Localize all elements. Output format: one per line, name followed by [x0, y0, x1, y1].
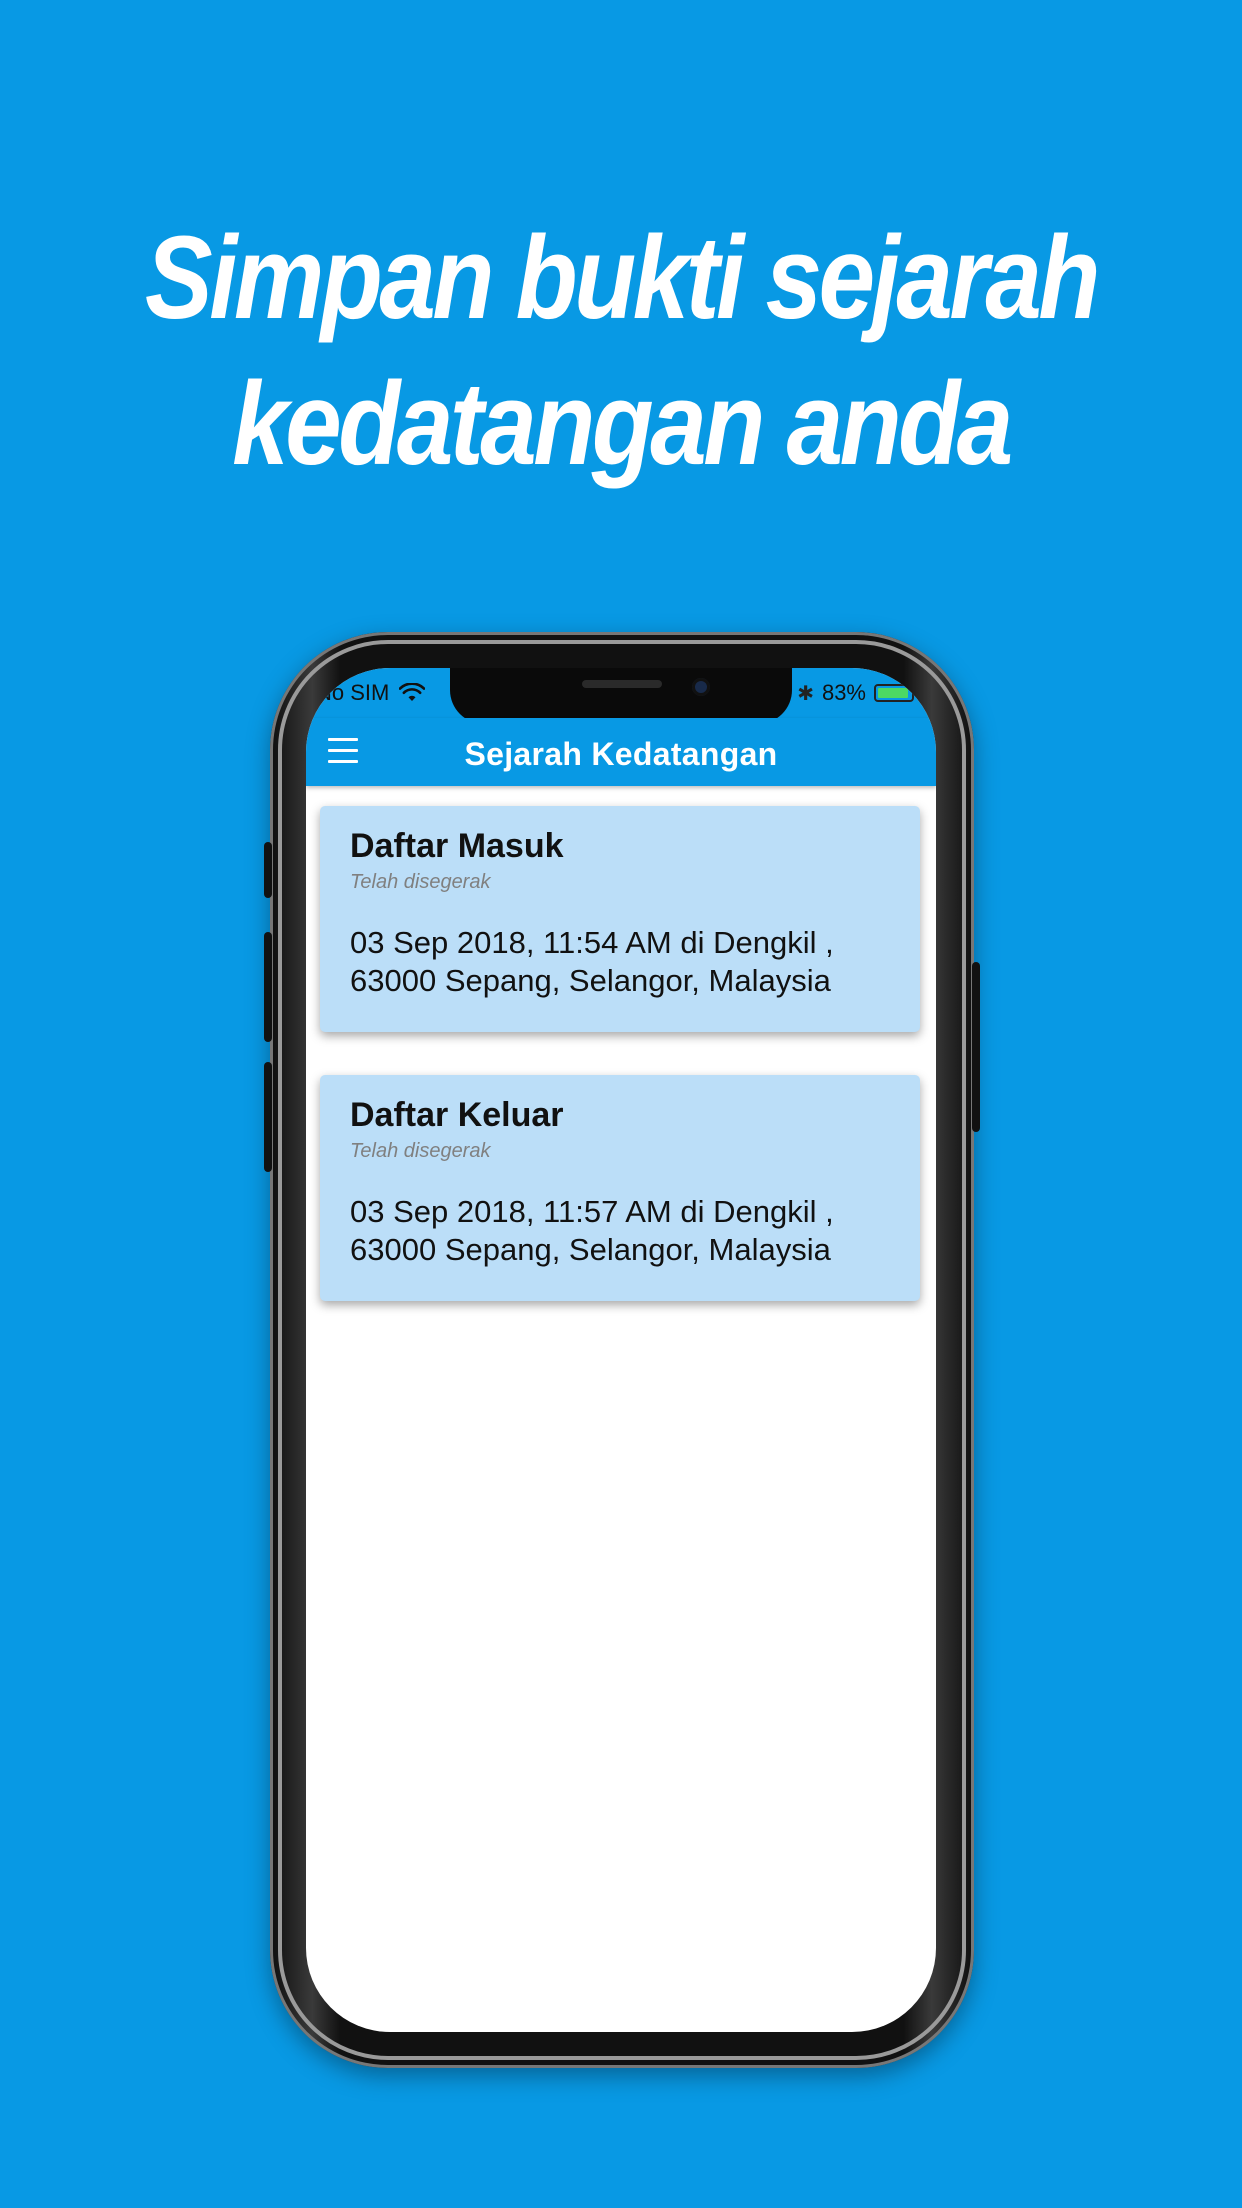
- card-detail: 03 Sep 2018, 11:54 AM di Dengkil , 63000…: [350, 924, 890, 1000]
- phone-power-button: [972, 962, 980, 1132]
- page-title: Sejarah Kedatangan: [464, 736, 778, 772]
- card-title: Daftar Keluar: [350, 1096, 564, 1134]
- phone-mute-switch: [264, 842, 272, 898]
- phone-volume-down-button: [264, 1062, 272, 1172]
- battery-icon: [874, 684, 918, 702]
- battery-level-fill: [878, 688, 908, 698]
- wifi-icon: [399, 683, 426, 701]
- card-detail-line-2: 63000 Sepang, Selangor, Malaysia: [350, 963, 831, 998]
- phone-volume-up-button: [264, 932, 272, 1042]
- status-bar-right: ✱ 83%: [797, 680, 918, 706]
- card-detail-line-2: 63000 Sepang, Selangor, Malaysia: [350, 1232, 831, 1267]
- bluetooth-icon: ✱: [797, 682, 814, 705]
- sync-status: Telah disegerak: [350, 871, 491, 893]
- front-camera: [692, 678, 710, 696]
- promo-headline: Simpan bukti sejarah kedatangan anda: [87, 205, 1155, 497]
- battery-percent: 83%: [821, 680, 866, 705]
- card-detail-line-1: 03 Sep 2018, 11:54 AM di Dengkil ,: [350, 925, 834, 960]
- phone-mockup: No SIM ✱ 83% Sejarah Kedatangan Daftar M…: [264, 632, 980, 2068]
- phone-notch: [450, 668, 792, 724]
- headline-line-1: Simpan bukti sejarah: [145, 212, 1100, 344]
- attendance-card-check-in[interactable]: Daftar Masuk Telah disegerak 03 Sep 2018…: [320, 806, 920, 1032]
- card-detail-line-1: 03 Sep 2018, 11:57 AM di Dengkil ,: [350, 1194, 834, 1229]
- card-title: Daftar Masuk: [350, 827, 564, 865]
- attendance-card-check-out[interactable]: Daftar Keluar Telah disegerak 03 Sep 201…: [320, 1075, 920, 1301]
- earpiece-speaker: [582, 680, 662, 688]
- carrier-label: No SIM: [316, 680, 390, 705]
- phone-screen: No SIM ✱ 83% Sejarah Kedatangan Daftar M…: [306, 668, 936, 2032]
- headline-line-2: kedatangan anda: [232, 358, 1013, 490]
- status-bar-left: No SIM: [316, 680, 426, 706]
- card-detail: 03 Sep 2018, 11:57 AM di Dengkil , 63000…: [350, 1193, 890, 1269]
- sync-status: Telah disegerak: [350, 1140, 491, 1162]
- app-bar: Sejarah Kedatangan: [306, 718, 936, 786]
